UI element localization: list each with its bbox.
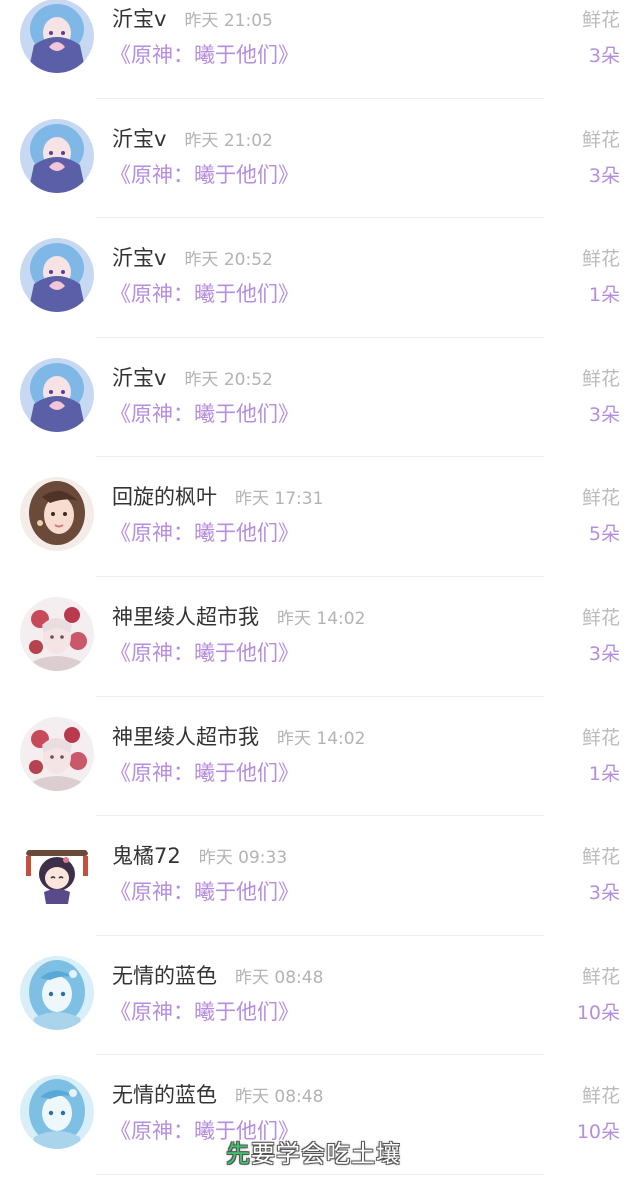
user-name[interactable]: 神里绫人超市我 bbox=[112, 601, 259, 631]
avatar-brown-hair-girl-icon bbox=[20, 477, 94, 552]
gift-count: 3朵 bbox=[588, 45, 620, 67]
caption-next-line-fragment bbox=[250, 1172, 390, 1180]
gift-count: 1朵 bbox=[588, 284, 620, 307]
gift-type: 鲜花 bbox=[581, 487, 620, 510]
timestamp: 昨天 20:52 bbox=[184, 369, 273, 390]
avatar-light-blue-hair-girl-icon bbox=[20, 1075, 94, 1150]
avatar-blue-hair-heart-hands-icon bbox=[20, 0, 94, 73]
book-title[interactable]: 《原神：曦于他们》 bbox=[110, 517, 299, 547]
list-item[interactable]: 鬼橘72 昨天 09:33 《原神：曦于他们》 鲜花 3朵 bbox=[0, 816, 640, 936]
name-line: 沂宝v 昨天 21:02 bbox=[112, 123, 273, 159]
name-line: 无情的蓝色 昨天 08:48 bbox=[112, 960, 323, 996]
timestamp: 昨天 08:48 bbox=[235, 1087, 324, 1108]
user-name[interactable]: 无情的蓝色 bbox=[112, 1079, 217, 1109]
timestamp: 昨天 17:31 bbox=[235, 489, 324, 510]
user-avatar[interactable] bbox=[20, 836, 94, 911]
avatar-blue-hair-heart-hands-icon bbox=[20, 357, 94, 432]
user-avatar[interactable] bbox=[20, 596, 94, 671]
gift-type: 鲜花 bbox=[581, 606, 620, 629]
name-line: 沂宝v 昨天 20:52 bbox=[112, 362, 273, 398]
timestamp: 昨天 14:02 bbox=[277, 608, 366, 629]
user-name[interactable]: 无情的蓝色 bbox=[112, 960, 217, 990]
avatar-red-flowers-girl-icon bbox=[20, 596, 94, 671]
gift-type: 鲜花 bbox=[581, 1085, 620, 1108]
timestamp: 昨天 09:33 bbox=[198, 848, 288, 869]
book-title[interactable]: 《原神：曦于他们》 bbox=[110, 398, 299, 428]
user-avatar[interactable] bbox=[20, 238, 94, 313]
list-item[interactable]: 神里绫人超市我 昨天 14:02 《原神：曦于他们》 鲜花 1朵 bbox=[0, 697, 640, 817]
user-name[interactable]: 沂宝v bbox=[112, 3, 166, 33]
gift-record-list: 沂宝v 昨天 21:05 《原神：曦于他们》 鲜花 3朵 沂宝v 昨天 21:0… bbox=[0, 0, 640, 1175]
timestamp: 昨天 20:52 bbox=[184, 250, 273, 271]
timestamp: 昨天 14:02 bbox=[277, 728, 366, 749]
user-name[interactable]: 沂宝v bbox=[112, 242, 166, 272]
list-item[interactable]: 神里绫人超市我 昨天 14:02 《原神：曦于他们》 鲜花 3朵 bbox=[0, 577, 640, 697]
user-name[interactable]: 沂宝v bbox=[112, 362, 166, 392]
timestamp: 昨天 21:02 bbox=[184, 130, 273, 151]
avatar-blue-hair-heart-hands-icon bbox=[20, 238, 94, 313]
name-line: 沂宝v 昨天 20:52 bbox=[112, 242, 273, 278]
book-title[interactable]: 《原神：曦于他们》 bbox=[110, 159, 299, 189]
gift-type: 鲜花 bbox=[581, 9, 620, 31]
gift-type: 鲜花 bbox=[581, 248, 620, 271]
avatar-red-flowers-girl-icon bbox=[20, 716, 94, 791]
timestamp: 昨天 21:05 bbox=[184, 11, 273, 31]
user-avatar[interactable] bbox=[20, 477, 94, 552]
list-item[interactable]: 沂宝v 昨天 20:52 《原神：曦于他们》 鲜花 3朵 bbox=[0, 338, 640, 458]
list-item[interactable]: 回旋的枫叶 昨天 17:31 《原神：曦于他们》 鲜花 5朵 bbox=[0, 457, 640, 577]
avatar-chibi-character-icon bbox=[20, 836, 94, 911]
user-avatar[interactable] bbox=[20, 118, 94, 193]
gift-type: 鲜花 bbox=[581, 367, 620, 390]
name-line: 回旋的枫叶 昨天 17:31 bbox=[112, 481, 323, 517]
gift-count: 3朵 bbox=[588, 403, 620, 426]
book-title[interactable]: 《原神：曦于他们》 bbox=[110, 996, 299, 1026]
caption-text: 要学会吃土壤 bbox=[251, 1140, 401, 1168]
user-avatar[interactable] bbox=[20, 1075, 94, 1150]
user-avatar[interactable] bbox=[20, 955, 94, 1030]
book-title[interactable]: 《原神：曦于他们》 bbox=[110, 39, 299, 69]
book-title[interactable]: 《原神：曦于他们》 bbox=[110, 757, 299, 787]
user-avatar[interactable] bbox=[20, 357, 94, 432]
gift-count: 10朵 bbox=[576, 1001, 620, 1024]
gift-count: 1朵 bbox=[588, 762, 620, 785]
book-title[interactable]: 《原神：曦于他们》 bbox=[110, 278, 299, 308]
list-item[interactable]: 无情的蓝色 昨天 08:48 《原神：曦于他们》 鲜花 10朵 bbox=[0, 936, 640, 1056]
avatar-light-blue-hair-girl-icon bbox=[20, 955, 94, 1030]
list-item[interactable]: 沂宝v 昨天 21:05 《原神：曦于他们》 鲜花 3朵 bbox=[0, 0, 640, 99]
name-line: 鬼橘72 昨天 09:33 bbox=[112, 840, 287, 876]
caption-first-char: 先 bbox=[226, 1140, 251, 1168]
name-line: 沂宝v 昨天 21:05 bbox=[112, 3, 273, 39]
gift-count: 3朵 bbox=[588, 882, 620, 905]
gift-count: 5朵 bbox=[588, 523, 620, 546]
avatar-blue-hair-heart-hands-icon bbox=[20, 118, 94, 193]
name-line: 神里绫人超市我 昨天 14:02 bbox=[112, 721, 365, 757]
gift-count: 10朵 bbox=[576, 1121, 620, 1144]
user-avatar[interactable] bbox=[20, 0, 94, 73]
user-name[interactable]: 沂宝v bbox=[112, 123, 166, 153]
gift-type: 鲜花 bbox=[581, 726, 620, 749]
user-avatar[interactable] bbox=[20, 716, 94, 791]
gift-type: 鲜花 bbox=[581, 965, 620, 988]
name-line: 无情的蓝色 昨天 08:48 bbox=[112, 1079, 323, 1115]
gift-count: 3朵 bbox=[588, 642, 620, 665]
timestamp: 昨天 08:48 bbox=[235, 967, 324, 988]
user-name[interactable]: 鬼橘72 bbox=[112, 840, 181, 870]
gift-type: 鲜花 bbox=[581, 846, 620, 869]
gift-count: 3朵 bbox=[588, 164, 620, 187]
video-caption-overlay: 先要学会吃土壤 bbox=[226, 1134, 401, 1169]
book-title[interactable]: 《原神：曦于他们》 bbox=[110, 637, 299, 667]
user-name[interactable]: 神里绫人超市我 bbox=[112, 721, 259, 751]
list-item[interactable]: 沂宝v 昨天 20:52 《原神：曦于他们》 鲜花 1朵 bbox=[0, 218, 640, 338]
gift-type: 鲜花 bbox=[581, 128, 620, 151]
name-line: 神里绫人超市我 昨天 14:02 bbox=[112, 601, 365, 637]
book-title[interactable]: 《原神：曦于他们》 bbox=[110, 876, 299, 906]
list-item[interactable]: 沂宝v 昨天 21:02 《原神：曦于他们》 鲜花 3朵 bbox=[0, 99, 640, 219]
user-name[interactable]: 回旋的枫叶 bbox=[112, 481, 217, 511]
